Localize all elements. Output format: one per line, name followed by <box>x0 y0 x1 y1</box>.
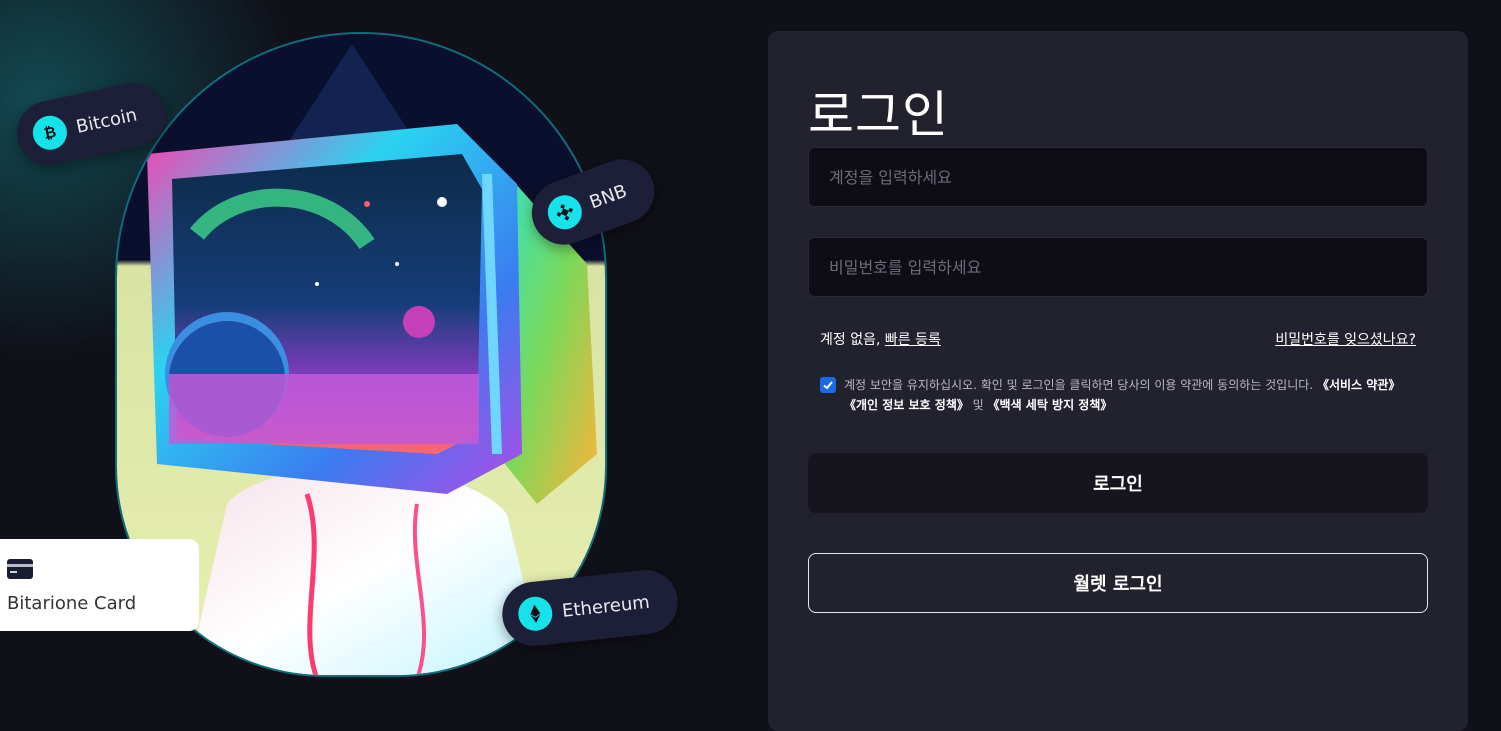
signup-prompt: 계정 없음, 빠른 등록 <box>820 329 941 349</box>
bitcoin-label: Bitcoin <box>74 103 139 138</box>
card-label: Bitarione Card <box>7 593 137 614</box>
terms-checkbox[interactable] <box>820 377 836 393</box>
auth-links-row: 계정 없음, 빠른 등록 비밀번호를 잊으셨나요? <box>820 329 1416 351</box>
agreement-text: 계정 보안을 유지하십시오. 확인 및 로그인을 클릭하면 당사의 이용 약관에… <box>844 375 1420 415</box>
hero-section: ₿ Bitcoin BNB Ethereum Bitarione Card <box>0 0 760 711</box>
agreement-and: 및 <box>968 398 988 412</box>
bnb-label: BNB <box>586 180 630 213</box>
agreement-body: 계정 보안을 유지하십시오. 확인 및 로그인을 클릭하면 당사의 이용 약관에… <box>844 378 1317 392</box>
privacy-policy-link[interactable]: 《개인 정보 보호 정책》 <box>844 398 969 412</box>
forgot-password-link[interactable]: 비밀번호를 잊으셨나요? <box>1275 329 1416 349</box>
login-button[interactable]: 로그인 <box>808 453 1428 513</box>
terms-of-service-link[interactable]: 《서비스 약관》 <box>1317 378 1400 392</box>
bnb-icon <box>543 190 587 235</box>
password-input[interactable] <box>808 237 1428 297</box>
wallet-login-button[interactable]: 월렛 로그인 <box>808 553 1428 613</box>
bitcoin-icon: ₿ <box>29 112 71 153</box>
terms-agreement: 계정 보안을 유지하십시오. 확인 및 로그인을 클릭하면 당사의 이용 약관에… <box>820 375 1420 415</box>
card-badge: Bitarione Card <box>0 539 199 631</box>
svg-text:₿: ₿ <box>42 123 58 143</box>
login-panel: 로그인 계정 없음, 빠른 등록 비밀번호를 잊으셨나요? 계정 보안을 유지하… <box>768 31 1468 731</box>
ethereum-icon <box>516 595 554 633</box>
credit-card-icon <box>7 559 33 583</box>
checkmark-icon <box>823 381 833 390</box>
account-input[interactable] <box>808 147 1428 207</box>
no-account-text: 계정 없음, <box>820 332 881 348</box>
quick-signup-link[interactable]: 빠른 등록 <box>885 332 941 348</box>
aml-policy-link[interactable]: 《백색 세탁 방지 정책》 <box>988 398 1113 412</box>
ethereum-label: Ethereum <box>561 591 651 622</box>
page-title: 로그인 <box>808 86 949 144</box>
